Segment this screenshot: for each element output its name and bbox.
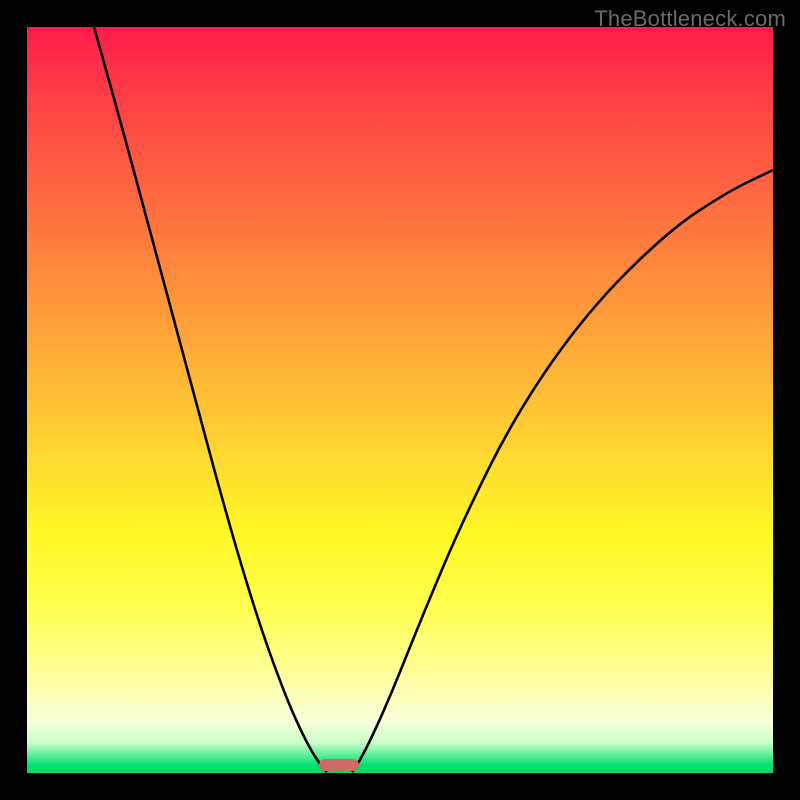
curve-left-branch <box>94 27 327 772</box>
watermark-attribution: TheBottleneck.com <box>594 6 786 32</box>
curve-right-branch <box>352 170 773 772</box>
optimal-range-marker <box>319 759 359 771</box>
chart-plot-area <box>27 27 773 773</box>
bottleneck-curve <box>27 27 773 773</box>
